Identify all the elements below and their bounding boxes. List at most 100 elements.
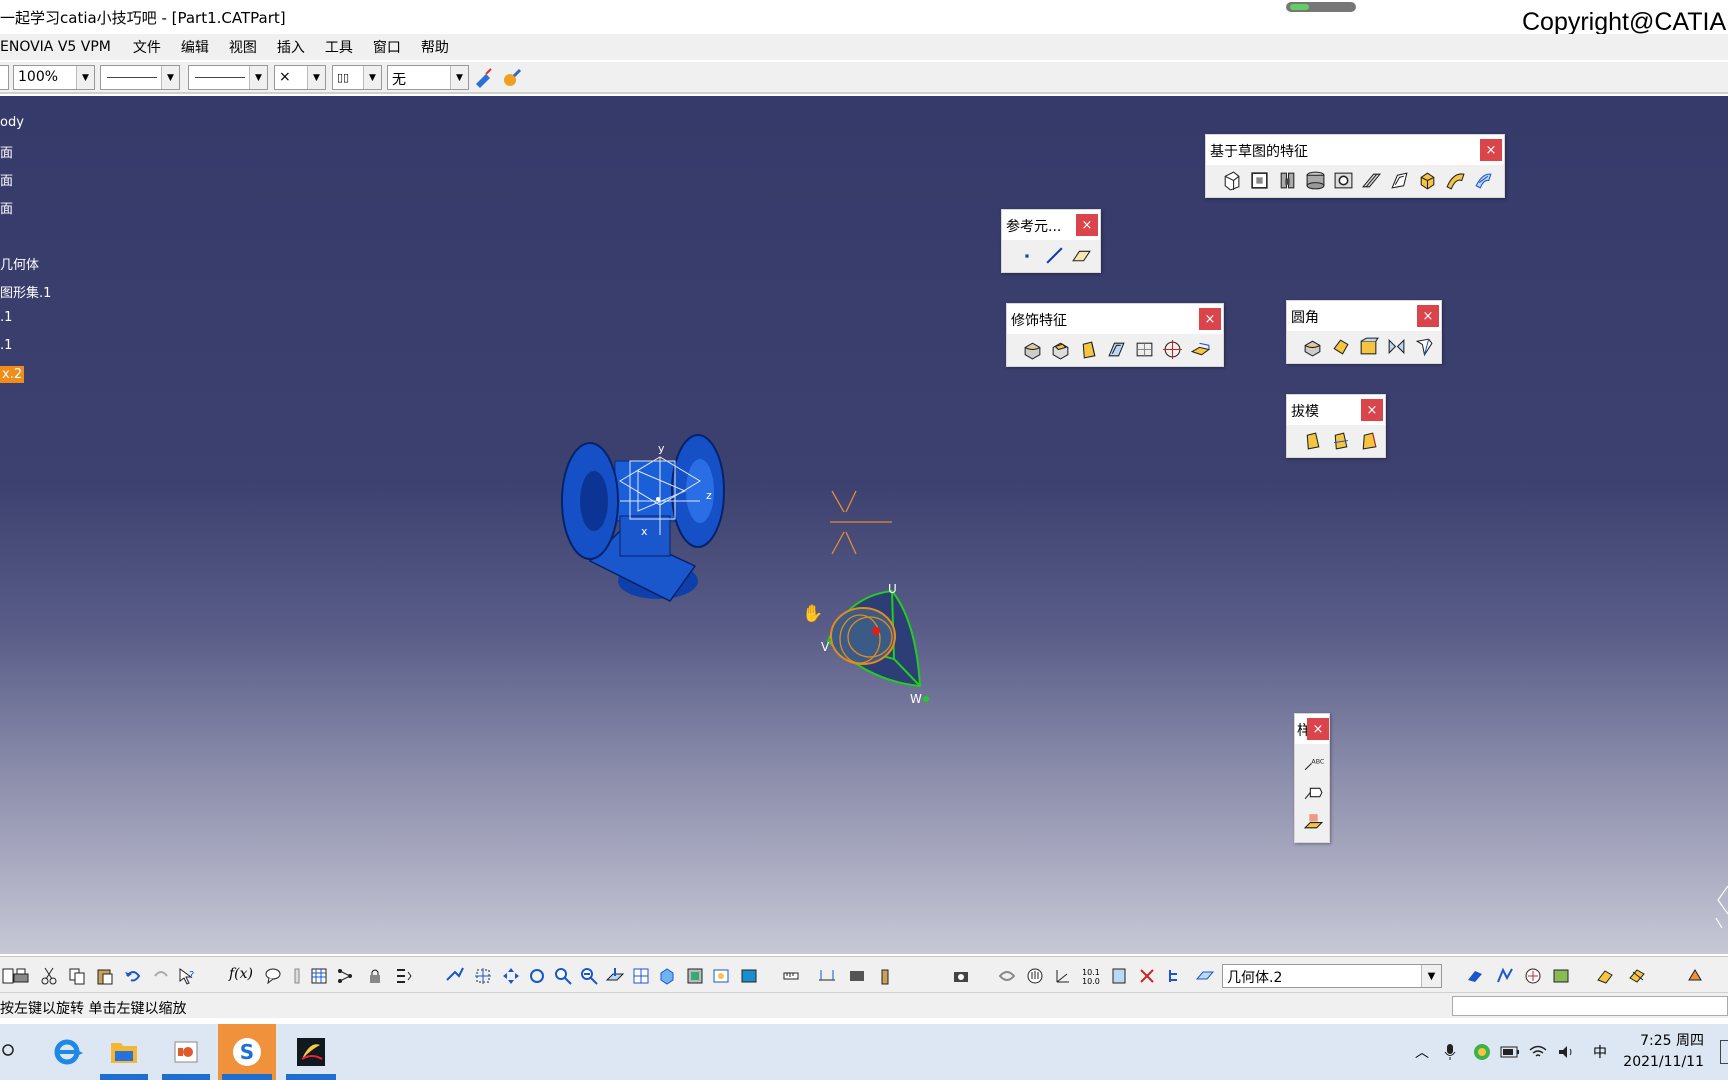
shaft-icon[interactable] [1276,169,1299,192]
close-icon[interactable]: × [1076,214,1098,236]
chevron-down-icon[interactable]: ▼ [363,66,381,89]
tritangent-fillet-icon[interactable] [1385,335,1408,358]
wifi-icon[interactable] [1528,1042,1548,1062]
chevron-down-icon[interactable]: ▼ [450,66,468,89]
tree-node[interactable]: 面 [0,170,13,189]
point-icon[interactable] [1016,244,1039,267]
body-icon[interactable] [1194,965,1216,987]
tree-expand-icon[interactable] [1164,965,1186,987]
multi-view-icon[interactable] [630,965,652,987]
catalog-icon[interactable] [334,965,356,987]
measure-between-icon[interactable] [816,965,838,987]
pocket-icon[interactable] [1248,169,1271,192]
parameter-icon[interactable] [286,965,308,987]
menu-help[interactable]: 帮助 [421,37,449,57]
cut-part-icon[interactable] [1594,965,1616,987]
taskbar-clock[interactable]: 7:25 周四 2021/11/11 [1614,1031,1704,1073]
groove-icon[interactable] [1304,169,1327,192]
shading-icon[interactable] [684,965,706,987]
boolean-op-icon[interactable] [1684,965,1706,987]
line-type-combo[interactable]: ▼ [100,65,180,90]
menu-edit[interactable]: 编辑 [181,37,209,57]
chordal-fillet-icon[interactable] [1329,335,1352,358]
undo-icon[interactable] [122,965,144,987]
isometric-view-icon[interactable] [656,965,678,987]
taskbar-catia[interactable] [282,1024,340,1080]
hole-icon[interactable] [1332,169,1355,192]
part-geometry[interactable]: y z x [560,431,750,611]
tree-node[interactable]: .1 [0,310,12,325]
swap-visible-icon[interactable] [738,965,760,987]
tree-node[interactable]: 几何体 [0,254,39,273]
variable-fillet-icon[interactable] [1301,335,1324,358]
shell-icon[interactable] [1105,338,1128,361]
cut-icon[interactable] [38,965,60,987]
menu-file[interactable]: 文件 [133,37,161,57]
layer-filter-icon[interactable] [474,68,494,88]
draft-icon[interactable] [1301,429,1324,452]
close-icon[interactable]: × [1199,308,1221,330]
rib-icon[interactable] [1360,169,1383,192]
formula-icon[interactable]: f(x) [229,966,253,982]
zoom-out-icon[interactable] [578,965,600,987]
close-icon[interactable]: × [1361,399,1383,421]
removed-multisections-icon[interactable] [1472,169,1495,192]
menu-window[interactable]: 窗口 [373,37,401,57]
battery-icon[interactable] [1500,1042,1520,1062]
remove-face-icon[interactable] [1189,338,1212,361]
power-input-field[interactable] [1452,996,1728,1016]
pan-icon[interactable] [500,965,522,987]
tree-node[interactable]: 面 [0,142,13,161]
line-icon[interactable] [1043,244,1066,267]
tree-node[interactable]: .1 [0,338,12,353]
fit-all-icon[interactable] [472,965,494,987]
stiffener-icon[interactable] [1416,169,1439,192]
measure-inertia-icon[interactable] [874,965,896,987]
snapshot-icon[interactable] [950,965,972,987]
analysis-icon[interactable] [1136,965,1158,987]
rotate-icon[interactable] [526,965,548,987]
chevron-down-icon[interactable]: ▼ [1421,965,1441,987]
annotation-plane-icon[interactable] [1302,810,1325,833]
partial-combo[interactable] [0,65,9,90]
publication-icon[interactable] [1108,965,1130,987]
measure-item-icon[interactable] [846,965,868,987]
ime-indicator[interactable]: 中 [1590,1042,1610,1062]
fly-mode-icon[interactable] [444,965,466,987]
menu-enovia[interactable]: ENOVIA V5 VPM [0,39,111,55]
hand-icon[interactable] [1024,965,1046,987]
close-icon[interactable]: × [1307,718,1329,740]
painter-icon[interactable] [502,68,522,88]
tree-node[interactable]: 面 [0,198,13,217]
paste-icon[interactable] [94,965,116,987]
show-desktop-button[interactable] [1720,1040,1728,1064]
measure-icon[interactable] [780,965,802,987]
3d-viewport[interactable]: ody 面面面几何体 图形集.1.1.1 x.2 y z x ✋ U V W 基… [0,96,1728,954]
draft-reflect-line-icon[interactable] [1329,429,1352,452]
zoom-combo[interactable]: 100% ▼ [13,65,95,90]
chamfer-icon[interactable] [1049,338,1072,361]
pad-icon[interactable] [1220,169,1243,192]
taskbar-sogou[interactable]: S [218,1024,276,1080]
point-symbol-combo[interactable]: × ▼ [274,65,326,90]
geo-set-icon[interactable] [1464,965,1486,987]
taskbar-file-explorer[interactable] [96,1024,152,1080]
variable-draft-icon[interactable] [1357,429,1380,452]
zoom-in-icon[interactable] [552,965,574,987]
reorder-icon[interactable] [392,965,414,987]
security-shield-icon[interactable] [1472,1042,1492,1062]
grid-icon[interactable]: 10.1 10.0 [1080,965,1102,987]
sketch-analysis-icon[interactable] [1522,965,1544,987]
chevron-up-icon[interactable]: ︿ [1412,1042,1432,1062]
axis-system-icon[interactable] [1052,965,1074,987]
table-icon[interactable] [308,965,330,987]
volume-icon[interactable] [1556,1042,1576,1062]
text-with-leader-icon[interactable]: ABC [1302,752,1325,775]
menu-view[interactable]: 视图 [229,37,257,57]
close-icon[interactable]: × [1417,305,1439,327]
lock-icon[interactable] [364,965,386,987]
close-icon[interactable]: × [1480,139,1502,161]
flag-note-icon[interactable] [1302,781,1325,804]
line-thickness-combo[interactable]: ▼ [188,65,268,90]
search-icon[interactable] [0,1024,20,1080]
